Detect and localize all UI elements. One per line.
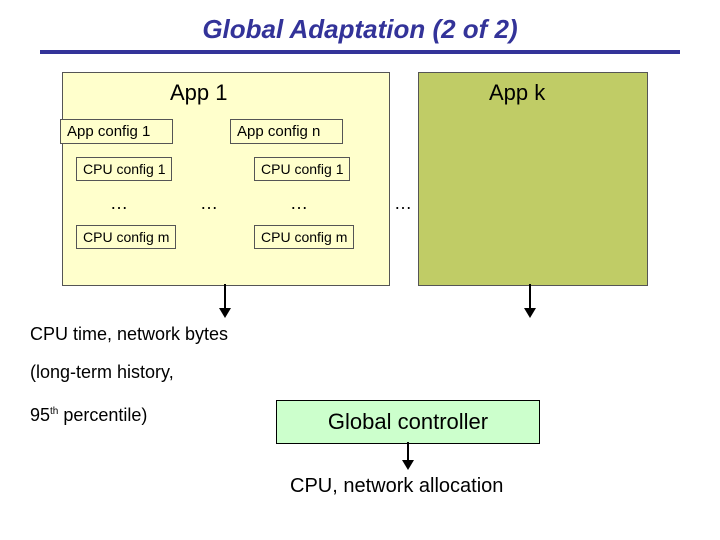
ellipsis-between-configs: … [200, 193, 218, 214]
slide-title: Global Adaptation (2 of 2) [0, 14, 720, 45]
text-line-1: CPU time, network bytes [30, 324, 228, 345]
cpu-config-1-right: CPU config 1 [254, 157, 350, 181]
cpu-config-m-left: CPU config m [76, 225, 176, 249]
arrow-app1-down [215, 284, 235, 320]
app1-label: App 1 [170, 80, 228, 106]
appk-label: App k [489, 80, 545, 106]
slide: Global Adaptation (2 of 2) App 1 App k A… [0, 0, 720, 540]
title-rule [40, 50, 680, 54]
ellipsis-between-apps: … [394, 193, 412, 214]
text-line-3: 95th percentile) [30, 405, 147, 426]
cpu-config-1-left: CPU config 1 [76, 157, 172, 181]
global-controller-label: Global controller [328, 409, 488, 435]
app-config-n: App config n [230, 119, 343, 144]
ellipsis-right-stack: … [290, 193, 308, 214]
text-line-2: (long-term history, [30, 362, 174, 383]
ellipsis-left-stack: … [110, 193, 128, 214]
global-controller-box: Global controller [276, 400, 540, 444]
app-config-1: App config 1 [60, 119, 173, 144]
output-text: CPU, network allocation [290, 475, 503, 498]
arrow-controller-down [398, 442, 418, 472]
arrow-appk-down [520, 284, 540, 320]
cpu-config-m-right: CPU config m [254, 225, 354, 249]
